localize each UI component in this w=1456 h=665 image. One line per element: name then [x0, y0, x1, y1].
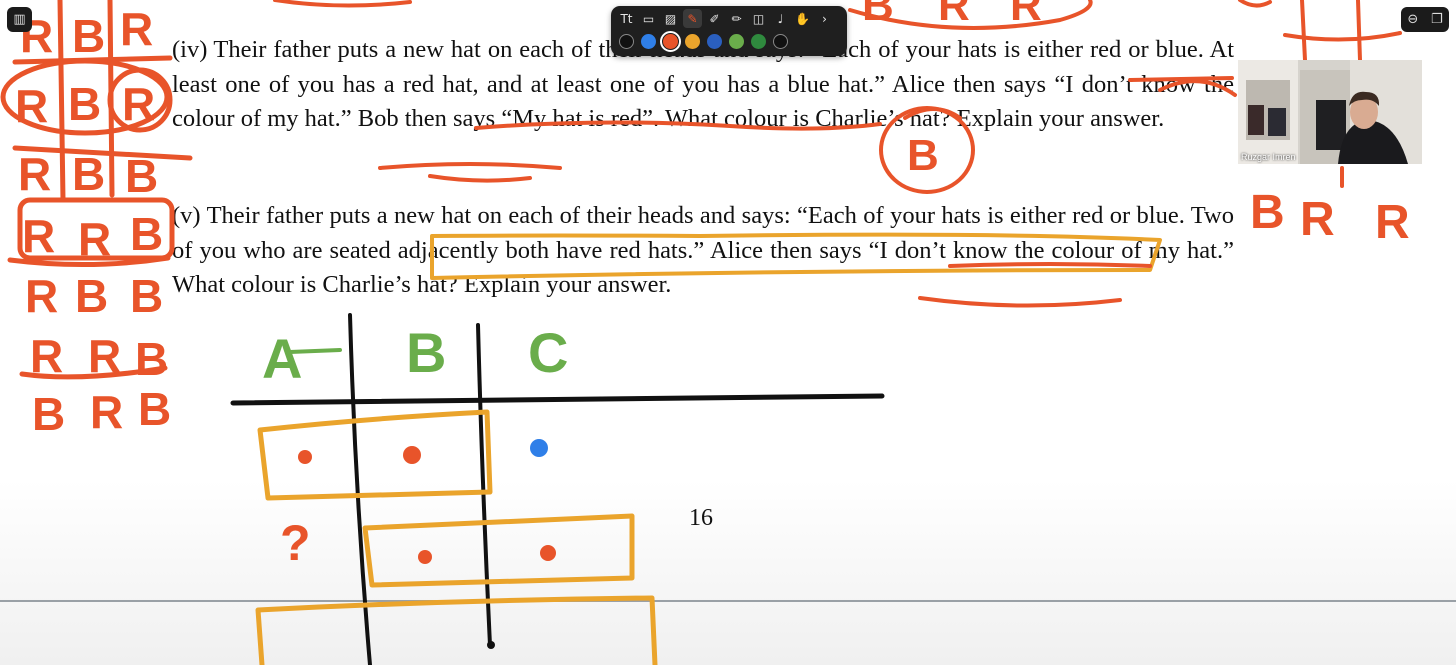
color-swatch[interactable] — [707, 34, 722, 49]
color-swatch[interactable] — [660, 31, 681, 52]
color-swatch[interactable] — [729, 34, 744, 49]
duplicate-window-icon[interactable]: ❐ — [1431, 12, 1443, 27]
webcam-image — [1238, 60, 1422, 164]
question-v-text: Their father puts a new hat on each of t… — [172, 202, 1234, 298]
annotation-toolbar: Tt ▭ ▨ ✎ ✐ ✏ ◫ ♩ ✋ › — [611, 6, 847, 56]
marker-tool-icon[interactable]: ✐ — [705, 9, 724, 28]
page-separator — [0, 600, 1456, 602]
lasso-tool-icon[interactable]: ✋ — [793, 9, 812, 28]
image-tool-icon[interactable]: ▨ — [661, 9, 680, 28]
question-iv-number: (iv) — [172, 36, 208, 63]
pen-tool-icon[interactable]: ✎ — [683, 9, 702, 28]
webcam-feed: Ruzgar Imren — [1238, 60, 1422, 164]
more-tools-icon[interactable]: › — [815, 9, 834, 28]
more-options-icon[interactable]: ⊖ — [1407, 12, 1418, 27]
color-swatch[interactable] — [619, 34, 634, 49]
participant-name: Ruzgar Imren — [1241, 152, 1296, 162]
microphone-icon[interactable]: ♩ — [771, 9, 790, 28]
highlighter-tool-icon[interactable]: ✏ — [727, 9, 746, 28]
color-swatch[interactable] — [751, 34, 766, 49]
color-palette — [619, 31, 788, 52]
color-swatch[interactable] — [773, 34, 788, 49]
question-v-number: (v) — [172, 202, 201, 229]
color-swatch[interactable] — [641, 34, 656, 49]
shape-tool-icon[interactable]: ▭ — [639, 9, 658, 28]
page-number: 16 — [689, 505, 713, 531]
text-tool-icon[interactable]: Tt — [617, 9, 636, 28]
sidebar-toggle-icon[interactable]: ▥ — [7, 7, 32, 32]
question-v: (v) Their father puts a new hat on each o… — [172, 199, 1234, 303]
page-shade — [0, 480, 1456, 665]
window-controls[interactable]: ⊖ ❐ — [1401, 7, 1449, 32]
eraser-tool-icon[interactable]: ◫ — [749, 9, 768, 28]
color-swatch[interactable] — [685, 34, 700, 49]
